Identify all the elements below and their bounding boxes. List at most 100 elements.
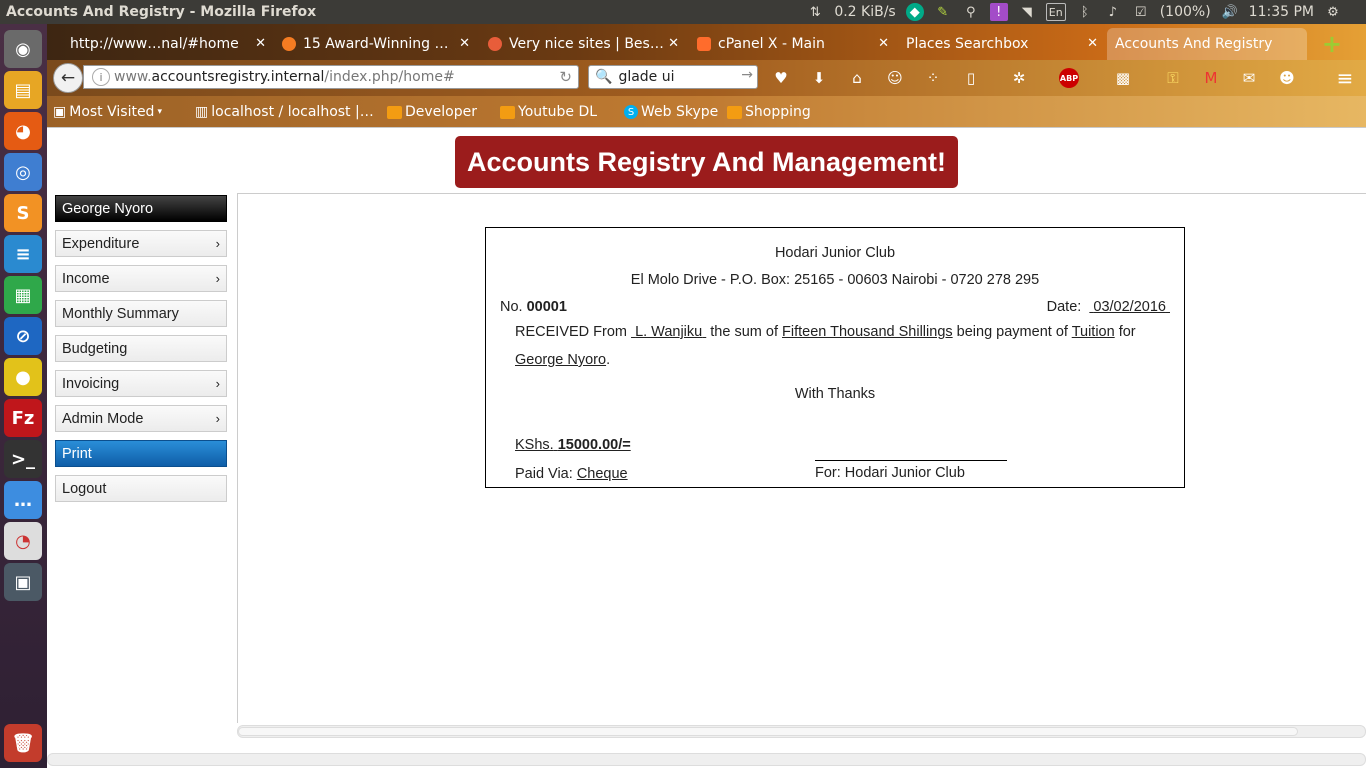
sidebar-item-income[interactable]: Income › [55, 265, 227, 292]
receipt-org-name: Hodari Junior Club [774, 245, 896, 261]
pocket-icon[interactable]: ♥ [771, 68, 791, 88]
notification-bell-icon[interactable]: ♪ [1104, 3, 1122, 21]
disk-usage-icon[interactable]: ◔ [4, 522, 42, 560]
search-go-icon[interactable]: → [741, 67, 753, 83]
key-icon[interactable]: ⚿ [1163, 68, 1183, 88]
close-tab-icon[interactable]: ✕ [878, 36, 889, 51]
page-horizontal-scrollbar[interactable] [47, 753, 1366, 766]
signature-line [815, 460, 1007, 461]
close-tab-icon[interactable]: ✕ [668, 36, 679, 51]
chevron-right-icon: › [215, 376, 220, 391]
close-tab-icon[interactable]: ✕ [1087, 36, 1098, 51]
tab-5-active[interactable]: Accounts And Registry [1107, 28, 1307, 60]
sidebar-item-expenditure[interactable]: Expenditure › [55, 230, 227, 257]
screenshot-icon[interactable]: ▣ [4, 563, 42, 601]
tab-1[interactable]: 15 Award-Winning … ✕ [274, 28, 478, 60]
toolbox-icon[interactable]: ▩ [1113, 68, 1133, 88]
terminal-icon[interactable]: >_ [4, 440, 42, 478]
smiley-icon[interactable]: ☺ [885, 68, 905, 88]
mascot-icon[interactable]: ☻ [1277, 68, 1297, 88]
menu-label: George Nyoro [62, 200, 154, 217]
clipboard-icon[interactable]: ▯ [961, 68, 981, 88]
downloads-icon[interactable]: ⬇ [809, 68, 829, 88]
home-icon[interactable]: ⌂ [847, 68, 867, 88]
receipt-paid-via: Cheque [576, 466, 628, 482]
sublime-text-icon[interactable]: S [4, 194, 42, 232]
spreadsheet-icon[interactable]: ▦ [4, 276, 42, 314]
sidebar-item-print[interactable]: Print [55, 440, 227, 467]
receipt-amount-row: KShs. 15000.00/= [515, 437, 631, 453]
trash-icon[interactable]: 🗑 [4, 724, 42, 762]
bookmark-shopping[interactable]: Shopping [727, 104, 811, 120]
content-horizontal-scrollbar[interactable] [237, 725, 1366, 738]
bookmark-localhost[interactable]: ▥ localhost / localhost |… [195, 104, 374, 120]
receipt-purpose: Tuition [1071, 324, 1115, 340]
tab-2[interactable]: Very nice sites | Bes… ✕ [480, 28, 687, 60]
wifi-icon[interactable]: ◥ [1018, 3, 1036, 21]
keyboard-layout-indicator[interactable]: En [1045, 3, 1066, 21]
files-icon[interactable]: ▤ [4, 71, 42, 109]
sidebar-item-logout[interactable]: Logout [55, 475, 227, 502]
receipt-number-row: No. 00001 [500, 299, 567, 315]
bookmark-most-visited[interactable]: ▣ Most Visited ▾ [53, 104, 162, 120]
menu-label: Monthly Summary [62, 305, 179, 322]
menu-hamburger-icon[interactable]: ≡ [1335, 66, 1355, 90]
power-gear-icon[interactable]: ⚙ [1324, 3, 1342, 21]
volume-icon[interactable]: 🔊 [1221, 3, 1239, 21]
sidebar-item-monthly-summary[interactable]: Monthly Summary [55, 300, 227, 327]
chromium-icon[interactable]: ◎ [4, 153, 42, 191]
tab-0[interactable]: http://www…nal/#home ✕ [62, 28, 274, 60]
new-tab-plus-icon[interactable]: + [1322, 30, 1342, 58]
clock[interactable]: 11:35 PM [1249, 4, 1314, 20]
bookmark-youtube-dl[interactable]: Youtube DL [500, 104, 597, 120]
reload-icon[interactable]: ↻ [559, 68, 572, 86]
receipt-number: 00001 [526, 299, 567, 315]
back-button[interactable]: ← [53, 63, 83, 93]
receipt-no-label: No. [500, 299, 523, 315]
clipboard-check-icon[interactable]: ☑ [1132, 3, 1150, 21]
tab-label: Accounts And Registry [1115, 36, 1273, 52]
sidebar-user-name[interactable]: George Nyoro [55, 195, 227, 222]
menu-label: Logout [62, 480, 107, 497]
tab-3[interactable]: cPanel X - Main ✕ [689, 28, 897, 60]
tab-label: http://www…nal/#home [70, 36, 239, 52]
tab-label: cPanel X - Main [718, 36, 825, 52]
gmail-icon[interactable]: M [1201, 68, 1221, 88]
filezilla-icon[interactable]: Fz [4, 399, 42, 437]
sidebar-item-budgeting[interactable]: Budgeting [55, 335, 227, 362]
close-tab-icon[interactable]: ✕ [255, 36, 266, 51]
bookmark-web-skype[interactable]: S Web Skype [624, 104, 718, 120]
transfer-arrows-icon[interactable]: ⇅ [806, 3, 824, 21]
bluetooth-icon[interactable]: ᛒ [1076, 3, 1094, 21]
sidebar-item-admin-mode[interactable]: Admin Mode › [55, 405, 227, 432]
adblock-icon[interactable]: ABP [1059, 68, 1079, 88]
extension-dots-icon[interactable]: ⁘ [923, 68, 943, 88]
url-bar[interactable]: i www. accountsregistry.internal/index.ph… [83, 65, 579, 89]
receipt-thanks: With Thanks [794, 386, 876, 402]
mail-icon[interactable]: ✉ [1239, 68, 1259, 88]
ruler-icon[interactable]: ● [4, 358, 42, 396]
usb-icon[interactable]: ⚲ [962, 3, 980, 21]
vpn-shield-icon[interactable]: ◆ [905, 3, 924, 21]
chat-icon[interactable]: … [4, 481, 42, 519]
tab-label: 15 Award-Winning … [303, 36, 449, 52]
tab-label: Very nice sites | Bes… [509, 36, 664, 52]
scrollbar-thumb[interactable] [238, 727, 1298, 736]
notes-icon[interactable]: ✎ [934, 3, 952, 21]
battery-level[interactable]: (100%) [1160, 4, 1211, 20]
blocked-app-icon[interactable]: ⊘ [4, 317, 42, 355]
close-tab-icon[interactable]: ✕ [459, 36, 470, 51]
site-info-icon[interactable]: i [92, 68, 110, 86]
bookmark-developer[interactable]: Developer [387, 104, 477, 120]
menu-label: Income [62, 270, 110, 287]
firebug-icon[interactable]: ✲ [1009, 68, 1029, 88]
tab-4[interactable]: Places Searchbox ✕ [898, 28, 1106, 60]
dash-home-icon[interactable]: ◉ [4, 30, 42, 68]
alert-icon[interactable]: ! [989, 3, 1008, 21]
sidebar-item-invoicing[interactable]: Invoicing › [55, 370, 227, 397]
firefox-icon[interactable]: ◕ [4, 112, 42, 150]
folder-icon [727, 105, 742, 119]
search-input[interactable]: 🔍 glade ui → [588, 65, 758, 89]
text-editor-icon[interactable]: ≡ [4, 235, 42, 273]
receipt-payer: L. Wanjiku [631, 324, 706, 340]
